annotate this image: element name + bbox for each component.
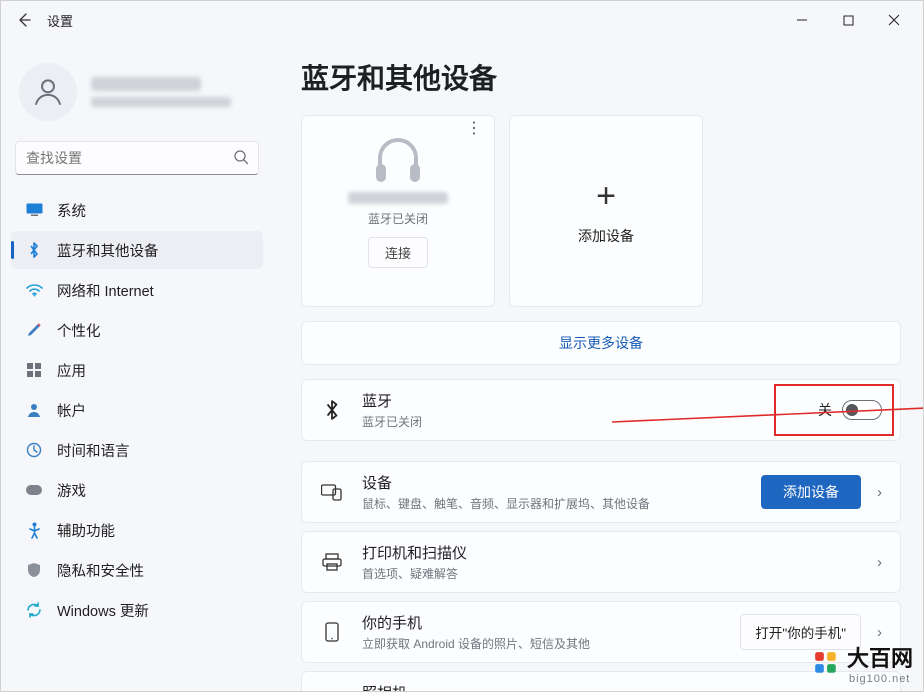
nav-label: 个性化 <box>57 320 101 341</box>
device-name-redacted <box>348 192 448 204</box>
page-title: 蓝牙和其他设备 <box>301 57 901 97</box>
settings-window: 设置 <box>0 0 924 692</box>
maximize-button[interactable] <box>825 4 871 36</box>
back-button[interactable] <box>7 3 41 37</box>
nav-accounts[interactable]: 帐户 <box>11 391 263 429</box>
nav-personalization[interactable]: 个性化 <box>11 311 263 349</box>
printer-icon <box>320 553 344 571</box>
show-more-label: 显示更多设备 <box>559 333 643 353</box>
card-menu-button[interactable]: ⋮ <box>466 126 482 132</box>
phone-icon <box>320 622 344 642</box>
plus-icon: + <box>596 177 616 216</box>
person-icon <box>31 75 65 109</box>
nav-bluetooth[interactable]: 蓝牙和其他设备 <box>11 231 263 269</box>
profile-text <box>91 77 231 107</box>
update-icon <box>25 602 43 618</box>
printers-row[interactable]: 打印机和扫描仪 首选项、疑难解答 › <box>301 531 901 593</box>
nav-update[interactable]: Windows 更新 <box>11 591 263 629</box>
devices-row[interactable]: 设备 鼠标、键盘、触笔、音频、显示器和扩展坞、其他设备 添加设备 › <box>301 461 901 523</box>
app-title: 设置 <box>47 11 73 30</box>
bluetooth-toggle[interactable] <box>842 400 882 420</box>
bluetooth-toggle-wrap: 关 <box>818 400 882 420</box>
row-sub: 蓝牙已关闭 <box>362 413 800 430</box>
bluetooth-icon <box>320 400 344 420</box>
apps-icon <box>25 363 43 378</box>
nav: 系统 蓝牙和其他设备 网络和 Internet 个性化 应用 <box>11 191 263 629</box>
nav-label: 隐私和安全性 <box>57 560 144 581</box>
monitor-icon <box>25 203 43 217</box>
row-sub: 首选项、疑难解答 <box>362 565 853 582</box>
add-device-button[interactable]: 添加设备 <box>761 475 861 509</box>
row-sub: 立即获取 Android 设备的照片、短信及其他 <box>362 635 722 652</box>
shield-icon <box>25 562 43 578</box>
watermark-domain: big100.net <box>849 673 913 685</box>
devices-icon <box>320 483 344 501</box>
search-icon <box>233 149 249 170</box>
nav-system[interactable]: 系统 <box>11 191 263 229</box>
headphones-icon <box>370 136 426 184</box>
accessibility-icon <box>25 522 43 539</box>
nav-gaming[interactable]: 游戏 <box>11 471 263 509</box>
row-title: 你的手机 <box>362 612 722 633</box>
nav-privacy[interactable]: 隐私和安全性 <box>11 551 263 589</box>
watermark-logo-icon <box>813 650 839 676</box>
row-sub: 鼠标、键盘、触笔、音频、显示器和扩展坞、其他设备 <box>362 495 743 512</box>
profile-email-redacted <box>91 97 231 107</box>
search-wrap <box>15 141 259 175</box>
titlebar: 设置 <box>1 1 923 39</box>
chevron-right-icon: › <box>877 624 882 641</box>
minimize-button[interactable] <box>779 4 825 36</box>
nav-label: 时间和语言 <box>57 440 130 461</box>
row-title: 蓝牙 <box>362 390 800 411</box>
nav-label: 网络和 Internet <box>57 280 154 301</box>
device-status: 蓝牙已关闭 <box>368 210 428 227</box>
nav-label: 应用 <box>57 360 86 381</box>
brush-icon <box>25 322 43 338</box>
close-icon <box>888 14 900 26</box>
nav-label: 辅助功能 <box>57 520 115 541</box>
chevron-right-icon: › <box>877 484 882 501</box>
row-title: 设备 <box>362 472 743 493</box>
account-icon <box>25 402 43 418</box>
sidebar: 系统 蓝牙和其他设备 网络和 Internet 个性化 应用 <box>1 39 273 691</box>
arrow-left-icon <box>16 12 32 28</box>
connect-button[interactable]: 连接 <box>368 237 428 268</box>
nav-label: 系统 <box>57 200 86 221</box>
maximize-icon <box>843 15 854 26</box>
minimize-icon <box>796 14 808 26</box>
phone-row[interactable]: 你的手机 立即获取 Android 设备的照片、短信及其他 打开"你的手机" › <box>301 601 901 663</box>
clock-icon <box>25 442 43 458</box>
bluetooth-icon <box>25 242 43 258</box>
profile-block[interactable] <box>11 47 263 141</box>
watermark-brand: 大百网 <box>847 641 913 673</box>
nav-label: 蓝牙和其他设备 <box>57 240 159 261</box>
chevron-right-icon: › <box>877 554 882 571</box>
main-content: 蓝牙和其他设备 ⋮ 蓝牙已关闭 连接 + 添加设备 <box>273 39 923 691</box>
add-device-label: 添加设备 <box>578 226 634 246</box>
nav-time[interactable]: 时间和语言 <box>11 431 263 469</box>
nav-label: 游戏 <box>57 480 86 501</box>
watermark: 大百网 big100.net <box>813 641 913 685</box>
avatar <box>19 63 77 121</box>
nav-accessibility[interactable]: 辅助功能 <box>11 511 263 549</box>
device-cards: ⋮ 蓝牙已关闭 连接 + 添加设备 <box>301 115 901 307</box>
close-button[interactable] <box>871 4 917 36</box>
row-title: 打印机和扫描仪 <box>362 542 853 563</box>
nav-label: Windows 更新 <box>57 600 149 621</box>
nav-apps[interactable]: 应用 <box>11 351 263 389</box>
camera-row[interactable]: 照相机 连接的相机、默认图像设置 <box>301 671 901 691</box>
wifi-icon <box>25 283 43 297</box>
show-more-devices[interactable]: 显示更多设备 <box>301 321 901 365</box>
window-controls <box>779 4 917 36</box>
device-card[interactable]: ⋮ 蓝牙已关闭 连接 <box>301 115 495 307</box>
profile-name-redacted <box>91 77 201 91</box>
row-title: 照相机 <box>362 682 882 691</box>
toggle-label: 关 <box>818 400 832 420</box>
bluetooth-row: 蓝牙 蓝牙已关闭 关 <box>301 379 901 441</box>
nav-label: 帐户 <box>57 400 86 421</box>
nav-network[interactable]: 网络和 Internet <box>11 271 263 309</box>
add-device-card[interactable]: + 添加设备 <box>509 115 703 307</box>
search-input[interactable] <box>15 141 259 175</box>
gamepad-icon <box>25 484 43 496</box>
